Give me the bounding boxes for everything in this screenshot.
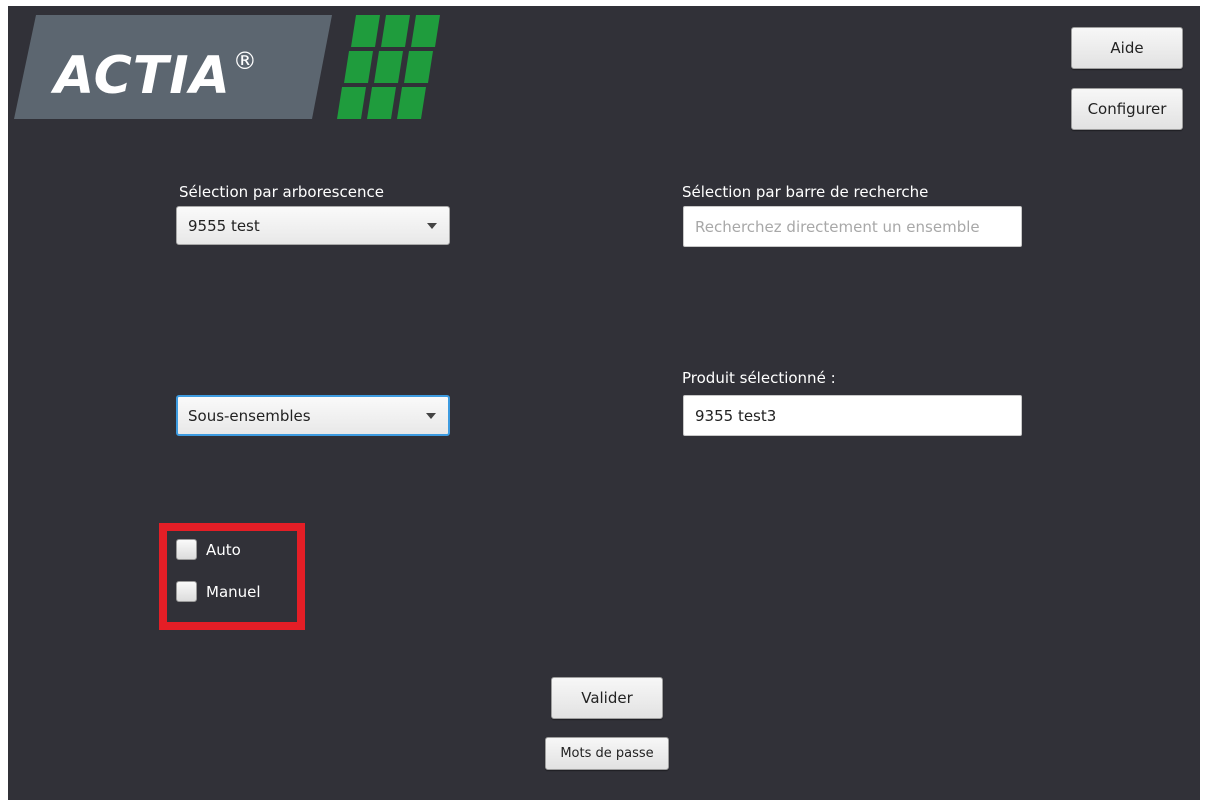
chevron-down-icon xyxy=(426,412,436,419)
search-input[interactable] xyxy=(683,206,1022,247)
aide-button[interactable]: Aide xyxy=(1071,27,1183,69)
configurer-button[interactable]: Configurer xyxy=(1071,88,1183,130)
selected-product-field[interactable] xyxy=(683,395,1022,436)
mots-de-passe-button[interactable]: Mots de passe xyxy=(545,737,669,770)
tree-selection-dropdown[interactable]: 9555 test xyxy=(176,206,450,245)
auto-checkbox-row[interactable]: Auto xyxy=(176,539,241,560)
tree-selection-value: 9555 test xyxy=(188,216,260,235)
manuel-checkbox-row[interactable]: Manuel xyxy=(176,581,261,602)
sub-assembly-dropdown[interactable]: Sous-ensembles xyxy=(176,395,450,436)
auto-checkbox[interactable] xyxy=(176,539,197,560)
logo-text: ACTIA® xyxy=(54,46,258,106)
manuel-checkbox-label: Manuel xyxy=(206,582,261,601)
search-selection-label: Sélection par barre de recherche xyxy=(682,183,929,201)
tree-selection-label: Sélection par arborescence xyxy=(179,183,384,201)
sub-assembly-value: Sous-ensembles xyxy=(188,406,311,425)
actia-logo: ACTIA® xyxy=(14,15,444,119)
selected-product-label: Produit sélectionné : xyxy=(682,369,836,387)
valider-button[interactable]: Valider xyxy=(551,677,663,719)
registered-mark: ® xyxy=(232,47,258,75)
app-window: ACTIA® Aide Configurer Sélection par arb… xyxy=(8,6,1200,800)
manuel-checkbox[interactable] xyxy=(176,581,197,602)
chevron-down-icon xyxy=(427,222,437,229)
auto-checkbox-label: Auto xyxy=(206,540,241,559)
